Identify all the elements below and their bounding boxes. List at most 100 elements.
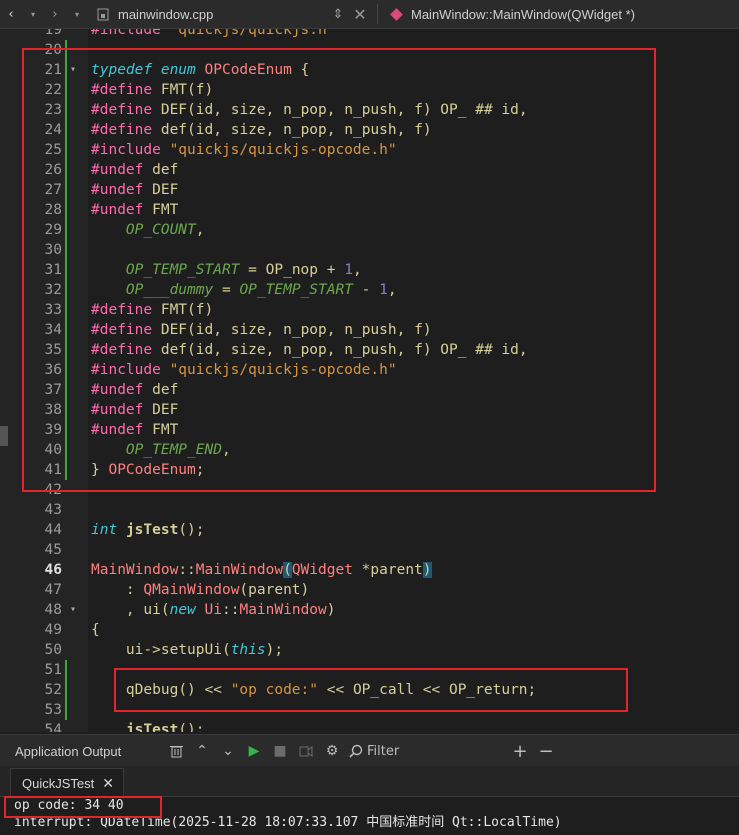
line-number: 37	[44, 382, 62, 398]
code-text: #define FMT(f)	[91, 302, 214, 318]
fold-arrow-icon[interactable]: ▾	[70, 60, 76, 80]
code-line[interactable]: 46 MainWindow::MainWindow(QWidget *parent…	[0, 560, 739, 580]
stop-icon[interactable]: ■	[269, 735, 291, 767]
code-editor[interactable]: 19 #include "quickjs/quickjs.h" 20 21 ▾ typed…	[0, 29, 739, 732]
attach-icon[interactable]	[295, 735, 317, 767]
code-line[interactable]: 39 #undef FMT	[0, 420, 739, 440]
line-number: 53	[44, 702, 62, 718]
code-line[interactable]: 19 #include "quickjs/quickjs.h"	[0, 29, 739, 40]
close-icon[interactable]: ✕	[349, 0, 371, 28]
line-number: 20	[44, 42, 62, 58]
code-line[interactable]: 33 #define FMT(f)	[0, 300, 739, 320]
forward-history-dropdown[interactable]: ▾	[66, 0, 88, 28]
code-text: MainWindow::MainWindow(QWidget *parent)	[91, 562, 432, 578]
line-number: 31	[44, 262, 62, 278]
method-diamond-icon	[390, 7, 403, 21]
code-text: OP_COUNT,	[125, 222, 205, 238]
code-text: typedef enum OPCodeEnum {	[91, 62, 310, 78]
code-line[interactable]: 38 #undef DEF	[0, 400, 739, 420]
code-line[interactable]: 28 #undef FMT	[0, 200, 739, 220]
change-marker	[65, 40, 67, 480]
line-number: 44	[44, 522, 62, 538]
file-lock-icon[interactable]	[92, 0, 114, 28]
code-text: #undef DEF	[91, 182, 179, 198]
chevron-left-icon: ‹	[8, 6, 14, 22]
line-number: 19	[44, 29, 62, 38]
line-number: 39	[44, 422, 62, 438]
code-line[interactable]: 25 #include "quickjs/quickjs-opcode.h"	[0, 140, 739, 160]
code-line[interactable]: 51	[0, 660, 739, 680]
code-line[interactable]: 43	[0, 500, 739, 520]
code-line[interactable]: 40 OP_TEMP_END,	[0, 440, 739, 460]
line-number: 49	[44, 622, 62, 638]
tab-quickjstest[interactable]: QuickJSTest ✕	[10, 768, 124, 797]
plus-icon[interactable]: +	[509, 735, 531, 767]
code-line[interactable]: 26 #undef def	[0, 160, 739, 180]
code-line[interactable]: 42	[0, 480, 739, 500]
output-line-1: op code: 34 40	[14, 798, 124, 813]
code-text: OP___dummy = OP_TEMP_START - 1,	[125, 282, 397, 298]
back-history-dropdown[interactable]: ▾	[22, 0, 44, 28]
line-number: 35	[44, 342, 62, 358]
code-line[interactable]: 45	[0, 540, 739, 560]
code-line[interactable]: 34 #define DEF(id, size, n_pop, n_push, f…	[0, 320, 739, 340]
line-number: 33	[44, 302, 62, 318]
code-text: } OPCodeEnum;	[91, 462, 205, 478]
line-number: 23	[44, 102, 62, 118]
code-line[interactable]: 29 OP_COUNT,	[0, 220, 739, 240]
code-line[interactable]: 20	[0, 40, 739, 60]
code-line[interactable]: 49 {	[0, 620, 739, 640]
code-text: int jsTest();	[91, 522, 205, 538]
code-line[interactable]: 37 #undef def	[0, 380, 739, 400]
code-line[interactable]: 54 jsTest();	[0, 720, 739, 732]
filter-input[interactable]: Filter	[349, 744, 497, 759]
forward-button[interactable]: ›	[44, 0, 66, 28]
application-output[interactable]: op code: 34 40 interrupt: QDateTime(2025…	[0, 796, 739, 835]
fold-arrow-icon[interactable]: ▾	[70, 600, 76, 620]
line-number: 32	[44, 282, 62, 298]
symbol-selector[interactable]: MainWindow::MainWindow(QWidget *)	[407, 7, 639, 22]
chevron-down-icon[interactable]: ⌄	[217, 735, 239, 767]
code-line[interactable]: 41} OPCodeEnum;	[0, 460, 739, 480]
code-line[interactable]: 50 ui->setupUi(this);	[0, 640, 739, 660]
file-name[interactable]: mainwindow.cpp	[114, 7, 327, 22]
code-text: jsTest();	[125, 722, 205, 732]
minus-icon[interactable]: −	[535, 735, 557, 767]
code-line[interactable]: 35 #define def(id, size, n_pop, n_push, f…	[0, 340, 739, 360]
code-line[interactable]: 36 #include "quickjs/quickjs-opcode.h"	[0, 360, 739, 380]
code-text: #undef DEF	[91, 402, 179, 418]
code-text: : QMainWindow(parent)	[91, 582, 310, 598]
code-text: #undef FMT	[91, 202, 179, 218]
code-text: #include "quickjs/quickjs.h"	[91, 29, 336, 38]
code-line[interactable]: 53	[0, 700, 739, 720]
line-number: 45	[44, 542, 62, 558]
back-button[interactable]: ‹	[0, 0, 22, 28]
settings-icon[interactable]: ⚙	[321, 735, 343, 767]
close-icon[interactable]: ✕	[102, 775, 114, 792]
code-line[interactable]: 24 #define def(id, size, n_pop, n_push, f…	[0, 120, 739, 140]
code-line[interactable]: 47 : QMainWindow(parent)	[0, 580, 739, 600]
code-line[interactable]: 32 OP___dummy = OP_TEMP_START - 1,	[0, 280, 739, 300]
line-number: 52	[44, 682, 62, 698]
up-down-arrow-icon[interactable]: ⇕	[327, 0, 349, 28]
code-text: #define DEF(id, size, n_pop, n_push, f) …	[91, 102, 528, 118]
run-icon[interactable]: ▶	[243, 735, 265, 767]
line-number: 47	[44, 582, 62, 598]
code-line[interactable]: 30	[0, 240, 739, 260]
code-line[interactable]: 23 #define DEF(id, size, n_pop, n_push, f…	[0, 100, 739, 120]
chevron-right-icon: ›	[52, 6, 58, 22]
code-line[interactable]: 52 qDebug() << "op code:" << OP_call << …	[0, 680, 739, 700]
code-text: qDebug() << "op code:" << OP_call << OP_…	[125, 682, 537, 698]
code-line[interactable]: 48 ▾ , ui(new Ui::MainWindow)	[0, 600, 739, 620]
code-text: #define def(id, size, n_pop, n_push, f) …	[91, 342, 528, 358]
code-line[interactable]: 44 int jsTest();	[0, 520, 739, 540]
trash-icon[interactable]	[165, 735, 187, 767]
chevron-up-icon[interactable]: ⌃	[191, 735, 213, 767]
code-line[interactable]: 21 ▾ typedef enum OPCodeEnum {	[0, 60, 739, 80]
code-line[interactable]: 27 #undef DEF	[0, 180, 739, 200]
line-number: 42	[44, 482, 62, 498]
code-line[interactable]: 31 OP_TEMP_START = OP_nop + 1,	[0, 260, 739, 280]
toolbar-divider	[377, 4, 378, 24]
code-line[interactable]: 22 #define FMT(f)	[0, 80, 739, 100]
chevron-down-icon: ▾	[30, 9, 35, 19]
